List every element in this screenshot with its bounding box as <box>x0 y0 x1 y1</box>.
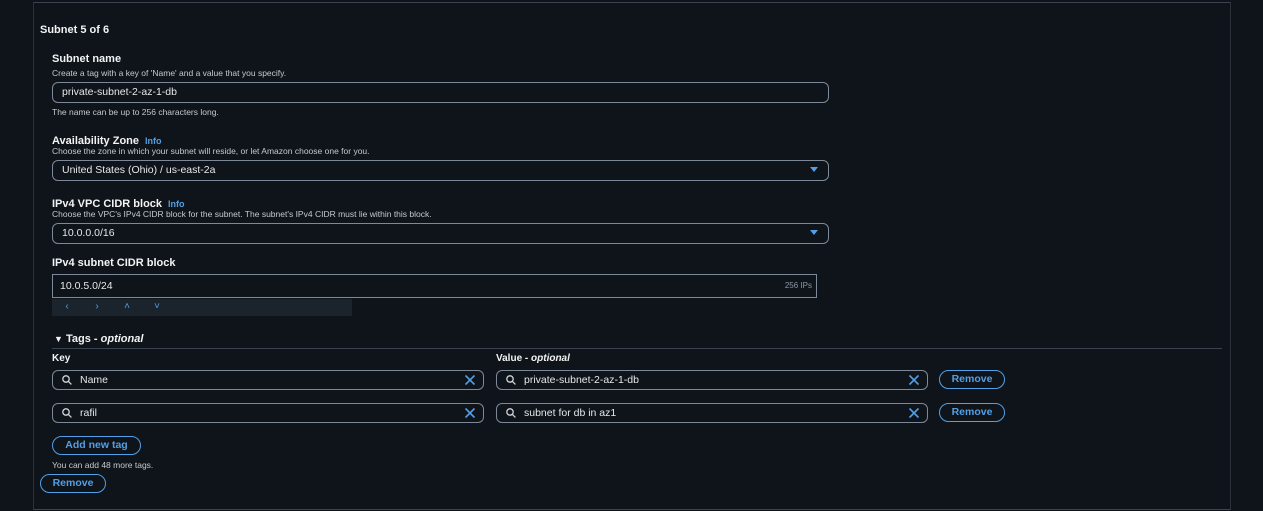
subnet-name-label: Subnet name <box>52 53 122 65</box>
subnet-cidr-input[interactable]: 10.0.5.0/24 256 IPs <box>52 274 817 298</box>
tag-value-input[interactable]: subnet for db in az1 <box>496 403 928 423</box>
tag-key-input[interactable]: Name <box>52 370 484 390</box>
chevron-up-icon[interactable]: ˄ <box>121 300 133 314</box>
subnet-name-input[interactable]: private-subnet-2-az-1-db <box>52 82 829 103</box>
subnet-heading: Subnet 5 of 6 <box>40 24 110 36</box>
tags-title-optional: optional <box>100 333 144 345</box>
chevron-right-icon[interactable]: › <box>91 300 103 314</box>
close-icon[interactable] <box>464 407 476 419</box>
chevron-down-icon[interactable]: ˅ <box>151 300 163 314</box>
remove-tag-button[interactable]: Remove <box>939 403 1005 422</box>
close-icon[interactable] <box>464 374 476 386</box>
close-icon[interactable] <box>908 407 920 419</box>
caret-down-icon <box>810 167 818 172</box>
az-select[interactable]: United States (Ohio) / us-east-2a <box>52 160 829 181</box>
subnet-cidr-value: 10.0.5.0/24 <box>60 280 113 292</box>
subnet-panel <box>33 2 1231 510</box>
vpc-cidr-select[interactable]: 10.0.0.0/16 <box>52 223 829 244</box>
caret-down-icon <box>810 230 818 235</box>
tag-value-value: private-subnet-2-az-1-db <box>524 374 639 386</box>
remove-subnet-button[interactable]: Remove <box>40 474 106 493</box>
value-header-text: Value - <box>496 353 532 364</box>
value-header-optional: optional <box>531 353 570 364</box>
az-info-link[interactable]: Info <box>145 136 162 146</box>
caret-down-icon: ▼ <box>54 334 63 344</box>
add-new-tag-button[interactable]: Add new tag <box>52 436 141 455</box>
chevron-left-icon[interactable]: ‹ <box>61 300 73 314</box>
az-description: Choose the zone in which your subnet wil… <box>52 146 370 156</box>
search-icon <box>506 408 516 418</box>
tags-title: Tags - <box>65 333 101 345</box>
cidr-stepper: ‹ › ˄ ˅ <box>52 299 352 316</box>
tag-key-value: Name <box>80 374 109 386</box>
vpc-cidr-select-value: 10.0.0.0/16 <box>62 227 115 239</box>
value-column-header: Value - optional <box>496 353 570 364</box>
close-icon[interactable] <box>908 374 920 386</box>
vpc-cidr-info-link[interactable]: Info <box>168 199 185 209</box>
subnet-name-description: Create a tag with a key of 'Name' and a … <box>52 68 287 78</box>
tag-key-input[interactable]: rafil <box>52 403 484 423</box>
search-icon <box>62 375 72 385</box>
remove-tag-button[interactable]: Remove <box>939 370 1005 389</box>
ip-count: 256 IPs <box>784 281 812 290</box>
az-select-value: United States (Ohio) / us-east-2a <box>62 164 216 176</box>
tag-value-value: subnet for db in az1 <box>524 407 617 419</box>
subnet-cidr-label: IPv4 subnet CIDR block <box>52 257 176 269</box>
search-icon <box>62 408 72 418</box>
subnet-name-hint: The name can be up to 256 characters lon… <box>52 107 219 117</box>
search-icon <box>506 375 516 385</box>
tags-divider <box>52 348 1222 349</box>
tag-key-value: rafil <box>80 407 97 419</box>
tags-remaining-hint: You can add 48 more tags. <box>52 460 154 470</box>
key-column-header: Key <box>52 353 71 364</box>
tags-section-toggle[interactable]: ▼ Tags - optional <box>54 333 143 345</box>
vpc-cidr-description: Choose the VPC's IPv4 CIDR block for the… <box>52 209 432 219</box>
tag-value-input[interactable]: private-subnet-2-az-1-db <box>496 370 928 390</box>
